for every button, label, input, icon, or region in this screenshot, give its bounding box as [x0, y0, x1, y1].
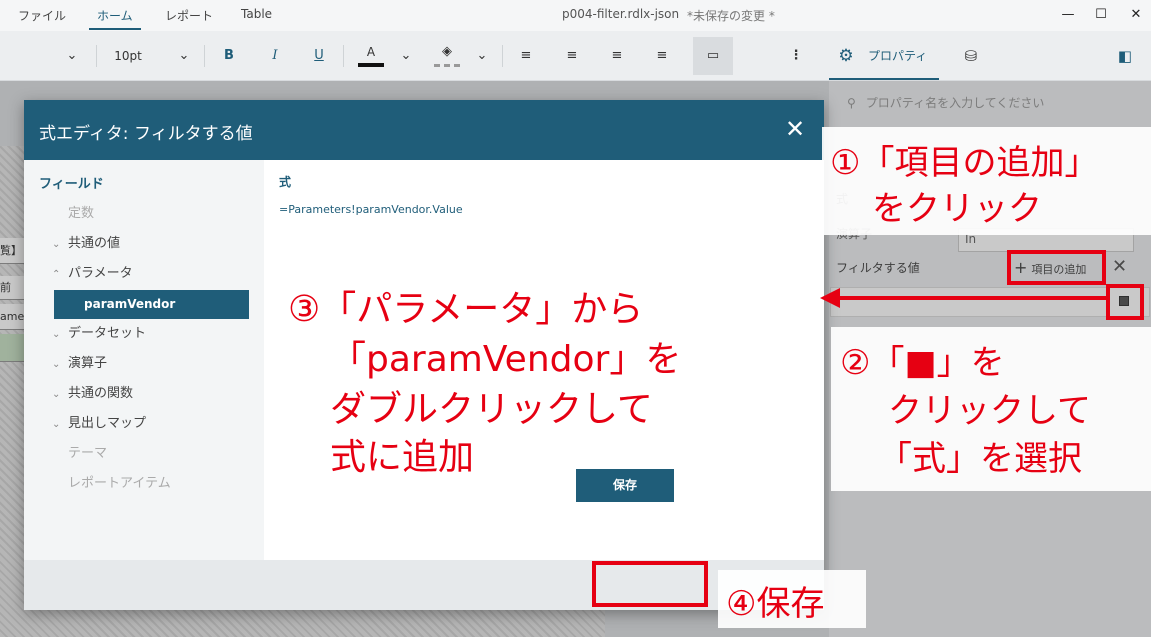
annotation-2-line3: 「式」を選択 [878, 439, 1082, 479]
annotation-2-line1: ②「■」を [840, 343, 1005, 383]
separator [343, 45, 344, 67]
more-options-icon[interactable]: ⋮ [786, 43, 806, 69]
format-button[interactable]: ▭ [693, 37, 733, 75]
tree-item-constants[interactable]: 定数 [68, 204, 94, 224]
annotation-4: ④保存 [726, 584, 825, 624]
annotation-3-line2: 「paramVendor」を [330, 339, 682, 380]
menu-table[interactable]: Table [241, 7, 272, 21]
font-family-dropdown-icon[interactable]: ⌄ [62, 43, 82, 69]
tree-item-report-items[interactable]: レポートアイテム [68, 474, 171, 494]
tree-label: 定数 [68, 206, 95, 221]
tree-label: テーマ [68, 446, 108, 461]
fields-panel: フィールド 定数 ⌄ 共通の値 ⌃ パラメータ paramVendor ⌄ データセッ… [24, 160, 264, 560]
toolbar: ⌄ 10pt ⌄ B I U A ⌄ ◈ ⌄ ≡ ≡ ≡ ≡ ▭ ⋮ ⚙ プロパ… [0, 31, 1151, 81]
tree-label: 見出しマップ [68, 416, 147, 431]
italic-button[interactable]: I [264, 43, 286, 69]
tree-item-dataset[interactable]: ⌄ データセット [52, 324, 146, 344]
separator [96, 45, 97, 67]
tree-item-theme[interactable]: テーマ [68, 444, 107, 464]
separator [502, 45, 503, 67]
tree-item-common-functions[interactable]: ⌄ 共通の関数 [52, 384, 133, 404]
tree-item-parameters[interactable]: ⌃ パラメータ [52, 264, 133, 284]
annotation-1-line1: ①「項目の追加」 [830, 143, 1099, 183]
fill-color-icon[interactable]: ◈ [434, 43, 460, 67]
tree-label: 演算子 [68, 356, 108, 371]
tree-label: パラメータ [68, 266, 133, 281]
chevron-right-icon: ⌄ [52, 239, 61, 250]
menu-home[interactable]: ホーム [97, 7, 133, 24]
font-color-dropdown-icon[interactable]: ⌄ [396, 43, 416, 69]
expression-textarea[interactable]: =Parameters!paramVendor.Value [279, 203, 463, 216]
annotation-2-line2: クリックして [888, 391, 1091, 431]
dialog-title: 式エディタ: フィルタする値 [39, 124, 253, 144]
add-item-highlight [1007, 250, 1106, 285]
document-icon: ▭ [706, 48, 720, 63]
bold-button[interactable]: B [218, 43, 240, 69]
active-menu-indicator [89, 28, 141, 30]
annotation-arrow-line [838, 296, 1106, 300]
tree-label: データセット [68, 326, 147, 341]
save-highlight [592, 561, 708, 607]
align-left-icon[interactable]: ≡ [514, 43, 538, 69]
tree-item-operators[interactable]: ⌄ 演算子 [52, 354, 107, 374]
document-title: p004-filter.rdlx-json [562, 7, 680, 21]
fill-color-dropdown-icon[interactable]: ⌄ [472, 43, 492, 69]
chevron-right-icon: ⌄ [52, 389, 61, 400]
chevron-right-icon: ⌄ [52, 419, 61, 430]
align-center-icon[interactable]: ≡ [560, 43, 584, 69]
close-icon[interactable]: ✕ [780, 114, 810, 144]
tree-item-param-vendor[interactable]: paramVendor [54, 290, 249, 319]
annotation-3-line3: ダブルクリックして [330, 389, 653, 430]
menu-file[interactable]: ファイル [18, 7, 66, 24]
menu-report[interactable]: レポート [165, 7, 213, 24]
chevron-up-icon: ⌃ [52, 269, 61, 280]
minimize-icon[interactable]: — [1057, 4, 1079, 26]
maximize-icon[interactable]: ☐ [1090, 4, 1112, 26]
chevron-right-icon: ⌄ [52, 329, 61, 340]
square-button-highlight [1106, 284, 1144, 320]
tree-item-heading-map[interactable]: ⌄ 見出しマップ [52, 414, 146, 434]
dialog-header: 式エディタ: フィルタする値 ✕ [24, 100, 824, 160]
annotation-3-line1: ③「パラメータ」から [288, 289, 644, 330]
separator [204, 45, 205, 67]
toggle-panel-icon[interactable]: ◧ [1114, 43, 1136, 69]
tree-item-common-values[interactable]: ⌄ 共通の値 [52, 234, 120, 254]
annotation-arrow-head [820, 288, 840, 308]
tree-label: 共通の関数 [68, 386, 134, 401]
align-right-icon[interactable]: ≡ [605, 43, 629, 69]
font-color-button[interactable]: A [358, 43, 384, 67]
tab-properties[interactable]: プロパティ [868, 43, 938, 69]
tree-label: 共通の値 [68, 236, 121, 251]
save-button[interactable]: 保存 [576, 469, 674, 502]
underline-button[interactable]: U [308, 43, 330, 69]
unsaved-indicator: *未保存の変更 * [687, 9, 775, 23]
close-window-icon[interactable]: ✕ [1125, 4, 1147, 26]
tree-label: レポートアイテム [68, 476, 171, 491]
annotation-1-line2: をクリック [872, 189, 1042, 229]
annotation-3-line4: 式に追加 [330, 437, 475, 478]
align-justify-icon[interactable]: ≡ [650, 43, 674, 69]
font-size-select[interactable]: 10pt [108, 43, 148, 69]
expression-label: 式 [279, 175, 292, 189]
font-size-dropdown-icon[interactable]: ⌄ [174, 43, 194, 69]
title-bar: ファイル ホーム レポート Table p004-filter.rdlx-jso… [0, 0, 1151, 31]
gear-icon[interactable]: ⚙ [835, 43, 857, 69]
fields-header: フィールド [39, 177, 104, 192]
chevron-right-icon: ⌄ [52, 359, 61, 370]
active-tab-indicator [829, 78, 939, 80]
database-icon[interactable]: ⛁ [960, 43, 982, 69]
